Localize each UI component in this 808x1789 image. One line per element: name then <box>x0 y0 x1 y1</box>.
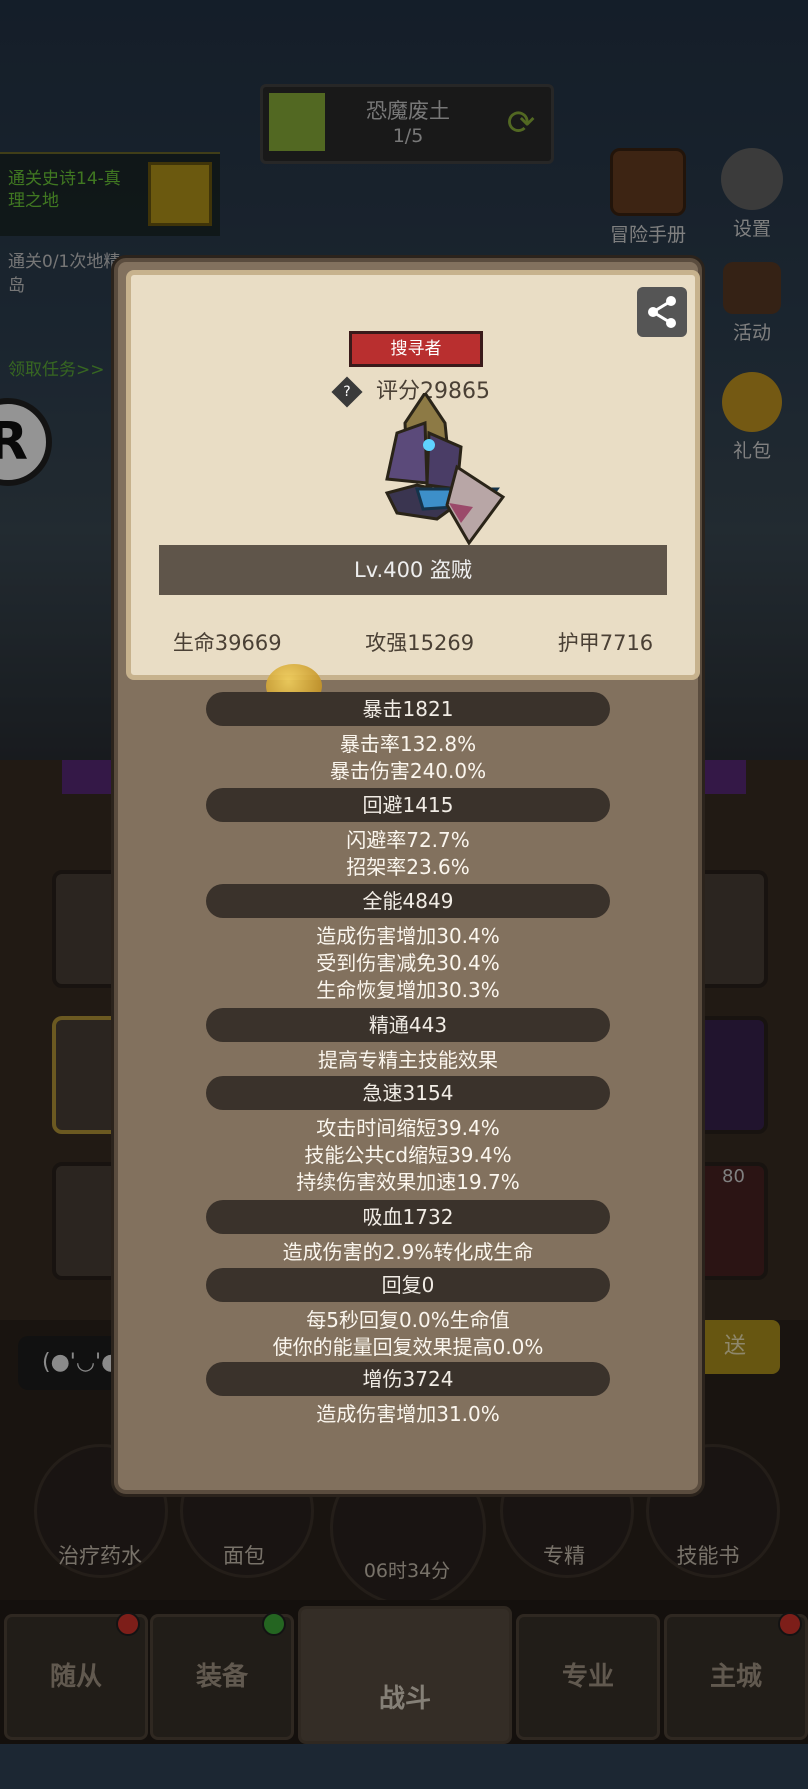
stat-line: 攻击时间缩短39.4% <box>316 1116 500 1140</box>
stat-line: 暴击伤害240.0% <box>329 759 487 783</box>
stat-header-crit: 暴击1821 <box>206 692 610 726</box>
stat-header-haste: 急速3154 <box>206 1076 610 1110</box>
share-icon <box>648 296 676 328</box>
stat-line: 提高专精主技能效果 <box>318 1048 498 1072</box>
character-stats-popup: 搜寻者 ? 评分29865 Lv.400 盗贼 生命39669 攻强15269 … <box>114 258 702 1494</box>
stat-header-lifesteal: 吸血1732 <box>206 1200 610 1234</box>
stat-line: 造成伤害的2.9%转化成生命 <box>282 1240 534 1264</box>
stat-line: 造成伤害增加31.0% <box>316 1402 500 1426</box>
stat-line: 技能公共cd缩短39.4% <box>304 1143 512 1167</box>
base-stats-row: 生命39669 攻强15269 护甲7716 <box>131 627 695 657</box>
attack-power-stat: 攻强15269 <box>365 631 475 655</box>
stat-line: 使你的能量回复效果提高0.0% <box>272 1335 544 1359</box>
stat-line: 造成伤害增加30.4% <box>316 924 500 948</box>
stat-header-damage-bonus: 增伤3724 <box>206 1362 610 1396</box>
character-card: 搜寻者 ? 评分29865 Lv.400 盗贼 生命39669 攻强15269 … <box>126 270 700 680</box>
stat-line: 持续伤害效果加速19.7% <box>296 1170 520 1194</box>
stat-header-regen: 回复0 <box>206 1268 610 1302</box>
stat-header-mastery: 精通443 <box>206 1008 610 1042</box>
stat-line: 每5秒回复0.0%生命值 <box>306 1308 510 1332</box>
share-button[interactable] <box>637 287 687 337</box>
stat-line: 受到伤害减免30.4% <box>316 951 500 975</box>
stat-line: 闪避率72.7% <box>346 828 470 852</box>
armor-stat: 护甲7716 <box>557 631 654 655</box>
level-class-bar: Lv.400 盗贼 <box>159 545 667 595</box>
class-badge: 搜寻者 <box>349 331 483 367</box>
stat-header-versatility: 全能4849 <box>206 884 610 918</box>
stat-line: 招架率23.6% <box>346 855 470 879</box>
rogue-character-image <box>384 390 506 546</box>
stat-line: 暴击率132.8% <box>339 732 477 756</box>
hp-stat: 生命39669 <box>172 631 282 655</box>
stat-header-avoidance: 回避1415 <box>206 788 610 822</box>
character-portrait <box>357 390 507 553</box>
stat-line: 生命恢复增加30.3% <box>316 978 500 1002</box>
